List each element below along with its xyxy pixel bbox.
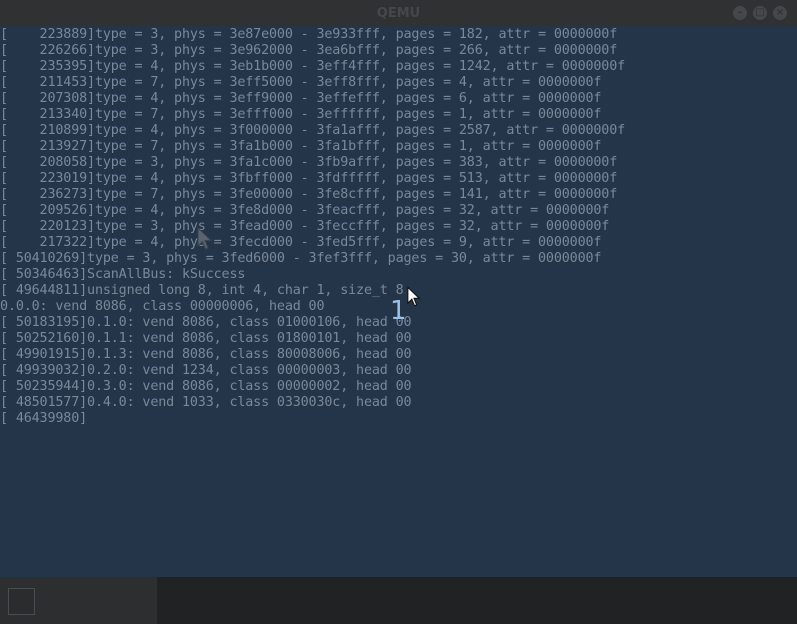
console-log: [ 223889]type = 3, phys = 3e87e000 - 3e9… [0, 27, 625, 427]
taskbar [0, 577, 797, 624]
minimize-button[interactable]: – [733, 6, 747, 20]
console-line: [ 223019]type = 4, phys = 3fbff000 - 3fd… [0, 171, 618, 186]
qemu-display[interactable]: [ 223889]type = 3, phys = 3e87e000 - 3e9… [0, 26, 797, 577]
overlay-marker-number: 1 [390, 296, 407, 326]
taskbar-item-qemu[interactable] [0, 577, 157, 624]
console-line: [ 213340]type = 7, phys = 3efff000 - 3ef… [0, 107, 602, 122]
console-line: [ 49901915]0.1.3: vend 8086, class 80008… [0, 347, 412, 362]
console-line: [ 236273]type = 7, phys = 3fe00000 - 3fe… [0, 187, 618, 202]
window-title: QEMU [376, 5, 421, 21]
console-line: [ 208058]type = 3, phys = 3fa1c000 - 3fb… [0, 155, 618, 170]
close-button[interactable]: × [773, 6, 787, 20]
console-line: [ 48501577]0.4.0: vend 1033, class 03300… [0, 395, 412, 410]
console-line: [ 50346463]ScanAllBus: kSuccess [0, 267, 246, 282]
maximize-button[interactable]: □ [753, 6, 767, 20]
console-line: [ 49644811]unsigned long 8, int 4, char … [0, 283, 404, 298]
console-line: [ 217322]type = 4, phys = 3fecd000 - 3fe… [0, 235, 602, 250]
console-line: [ 50252160]0.1.1: vend 8086, class 01800… [0, 331, 412, 346]
console-line: [ 223889]type = 3, phys = 3e87e000 - 3e9… [0, 27, 618, 42]
window-titlebar[interactable]: QEMU – □ × [0, 0, 797, 26]
console-line: [ 213927]type = 7, phys = 3fa1b000 - 3fa… [0, 139, 602, 154]
console-line: [ 235395]type = 4, phys = 3eb1b000 - 3ef… [0, 59, 626, 74]
console-line: [ 49939032]0.2.0: vend 1234, class 00000… [0, 363, 412, 378]
window-controls: – □ × [733, 6, 787, 20]
console-line: [ 207308]type = 4, phys = 3eff9000 - 3ef… [0, 91, 602, 106]
console-line: [ 50235944]0.3.0: vend 8086, class 00000… [0, 379, 412, 394]
window-icon [8, 588, 35, 615]
console-line: [ 209526]type = 4, phys = 3fe8d000 - 3fe… [0, 203, 610, 218]
console-line: [ 226266]type = 3, phys = 3e962000 - 3ea… [0, 43, 618, 58]
console-line: [ 220123]type = 3, phys = 3fead000 - 3fe… [0, 219, 610, 234]
console-line: 0.0.0: vend 8086, class 00000006, head 0… [0, 299, 325, 314]
console-line: [ 50410269]type = 3, phys = 3fed6000 - 3… [0, 251, 602, 266]
console-line: [ 211453]type = 7, phys = 3eff5000 - 3ef… [0, 75, 602, 90]
console-line: [ 210899]type = 4, phys = 3f000000 - 3fa… [0, 123, 626, 138]
console-line: [ 46439980] [0, 411, 88, 426]
console-line: [ 50183195]0.1.0: vend 8086, class 01000… [0, 315, 412, 330]
